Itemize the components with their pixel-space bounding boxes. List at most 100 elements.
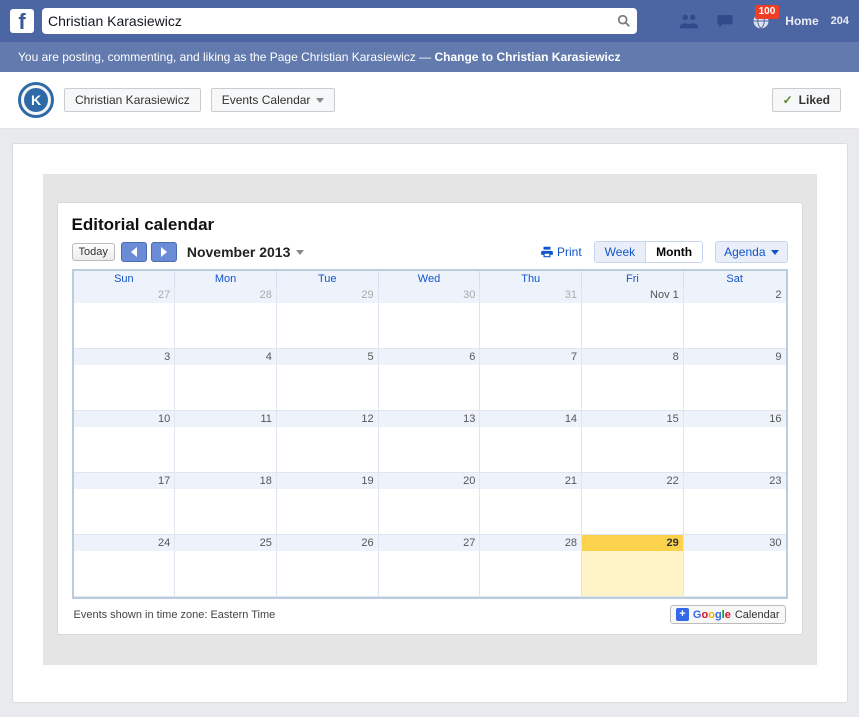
calendar-day-cell[interactable]: 21	[480, 473, 582, 535]
month-picker[interactable]: November 2013	[187, 244, 305, 260]
calendar-stage: Editorial calendar Today November 2013 P…	[43, 174, 817, 665]
calendar-week-row: 24252627282930	[74, 535, 786, 597]
notifications-icon[interactable]: 100	[749, 9, 773, 33]
calendar-day-cell[interactable]: 16	[684, 411, 786, 473]
calendar-day-cell[interactable]: 31	[480, 287, 582, 349]
calendar-date-label: 17	[74, 473, 175, 489]
calendar-day-cell[interactable]: 2	[684, 287, 786, 349]
search-input[interactable]	[48, 13, 617, 29]
calendar-day-cell[interactable]: 8	[582, 349, 684, 411]
calendar-day-cell[interactable]: 30	[379, 287, 481, 349]
calendar-day-cell[interactable]: 24	[74, 535, 176, 597]
calendar-date-label: 27	[379, 535, 480, 551]
calendar-date-label: 27	[74, 287, 175, 303]
liked-button[interactable]: ✓Liked	[772, 88, 841, 112]
content-area: Editorial calendar Today November 2013 P…	[0, 129, 859, 717]
page-avatar-initial: K	[24, 88, 48, 112]
calendar-day-cell[interactable]: 29	[582, 535, 684, 597]
calendar-day-cell[interactable]: 6	[379, 349, 481, 411]
calendar-week-row: 3456789	[74, 349, 786, 411]
calendar-day-cell[interactable]: 29	[277, 287, 379, 349]
chevron-right-icon	[161, 247, 167, 257]
messages-icon[interactable]	[713, 9, 737, 33]
view-tab-week[interactable]: Week	[595, 242, 646, 262]
calendar-day-cell[interactable]: 22	[582, 473, 684, 535]
calendar-day-cell[interactable]: 4	[175, 349, 277, 411]
calendar-day-cell[interactable]: 7	[480, 349, 582, 411]
view-tabs: Week Month	[594, 241, 703, 263]
next-month-button[interactable]	[151, 242, 177, 262]
calendar-date-label: 11	[175, 411, 276, 427]
calendar-day-cell[interactable]: 5	[277, 349, 379, 411]
calendar-day-cell[interactable]: 18	[175, 473, 277, 535]
calendar-footer: Events shown in time zone: Eastern Time …	[72, 599, 788, 626]
calendar-week-row: 2728293031Nov 12	[74, 287, 786, 349]
calendar-date-label: 9	[684, 349, 786, 365]
facebook-logo[interactable]: f	[10, 9, 34, 33]
google-calendar-button[interactable]: + Google Calendar	[670, 605, 786, 624]
calendar-date-label: 30	[379, 287, 480, 303]
calendar-day-cell[interactable]: 23	[684, 473, 786, 535]
calendar-day-cell[interactable]: 19	[277, 473, 379, 535]
calendar-day-cell[interactable]: 12	[277, 411, 379, 473]
prev-month-button[interactable]	[121, 242, 147, 262]
calendar-date-label: 23	[684, 473, 786, 489]
calendar-date-label: 26	[277, 535, 378, 551]
chevron-down-icon	[771, 250, 779, 255]
tab-dropdown[interactable]: Events Calendar	[211, 88, 336, 112]
calendar-day-cell[interactable]: 28	[480, 535, 582, 597]
calendar-day-cell[interactable]: 27	[379, 535, 481, 597]
dow-label: Mon	[175, 271, 277, 287]
calendar-body: 2728293031Nov 12345678910111213141516171…	[74, 287, 786, 597]
calendar-day-cell[interactable]: 25	[175, 535, 277, 597]
home-link[interactable]: Home	[785, 14, 818, 28]
calendar-day-cell[interactable]: 3	[74, 349, 176, 411]
right-counter: 204	[831, 15, 849, 27]
calendar-day-cell[interactable]: 9	[684, 349, 786, 411]
dow-label: Thu	[480, 271, 582, 287]
calendar-controls: Today November 2013 Print Week Month	[72, 241, 788, 263]
dow-label: Tue	[277, 271, 379, 287]
view-tab-month[interactable]: Month	[646, 242, 702, 262]
plus-icon: +	[676, 608, 689, 621]
calendar-date-label: 16	[684, 411, 786, 427]
calendar-date-label: 10	[74, 411, 175, 427]
calendar-day-cell[interactable]: Nov 1	[582, 287, 684, 349]
calendar-date-label: 5	[277, 349, 378, 365]
calendar-date-label: 31	[480, 287, 581, 303]
timezone-text: Events shown in time zone: Eastern Time	[74, 609, 276, 621]
calendar-day-cell[interactable]: 17	[74, 473, 176, 535]
change-voice-link[interactable]: Change to Christian Karasiewicz	[434, 50, 620, 64]
calendar-date-label: 29	[582, 535, 683, 551]
calendar-date-label: 14	[480, 411, 581, 427]
chevron-down-icon	[296, 250, 304, 255]
print-button[interactable]: Print	[540, 245, 582, 259]
calendar-day-cell[interactable]: 26	[277, 535, 379, 597]
facebook-top-nav: f 100 Home 204	[0, 0, 859, 42]
calendar-date-label: 12	[277, 411, 378, 427]
calendar-date-label: 28	[175, 287, 276, 303]
notification-count-badge: 100	[755, 5, 780, 19]
page-voice-bar: You are posting, commenting, and liking …	[0, 42, 859, 72]
friend-requests-icon[interactable]	[677, 9, 701, 33]
page-avatar[interactable]: K	[18, 82, 54, 118]
calendar-day-cell[interactable]: 27	[74, 287, 176, 349]
calendar-date-label: 4	[175, 349, 276, 365]
calendar-day-cell[interactable]: 30	[684, 535, 786, 597]
search-box[interactable]	[42, 8, 637, 34]
calendar-day-cell[interactable]: 11	[175, 411, 277, 473]
calendar-day-cell[interactable]: 28	[175, 287, 277, 349]
calendar-date-label: 21	[480, 473, 581, 489]
voice-bar-text: You are posting, commenting, and liking …	[18, 50, 434, 64]
calendar-date-label: 25	[175, 535, 276, 551]
calendar-day-cell[interactable]: 14	[480, 411, 582, 473]
calendar-day-cell[interactable]: 13	[379, 411, 481, 473]
page-name-dropdown[interactable]: Christian Karasiewicz	[64, 88, 201, 112]
search-icon[interactable]	[617, 14, 631, 28]
today-button[interactable]: Today	[72, 243, 115, 261]
view-tab-agenda[interactable]: Agenda	[715, 241, 787, 263]
checkmark-icon: ✓	[783, 93, 793, 107]
calendar-day-cell[interactable]: 15	[582, 411, 684, 473]
calendar-day-cell[interactable]: 10	[74, 411, 176, 473]
calendar-day-cell[interactable]: 20	[379, 473, 481, 535]
